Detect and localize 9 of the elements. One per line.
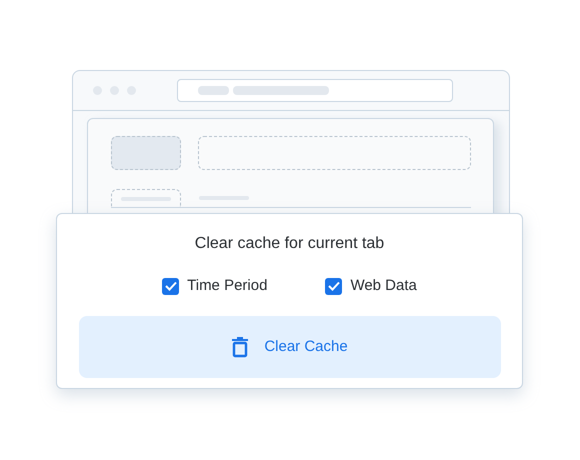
text-placeholder (198, 86, 229, 95)
checkbox-label: Time Period (187, 276, 268, 296)
trash-icon (231, 336, 250, 358)
checkbox[interactable] (325, 278, 342, 294)
checkbox-label: Web Data (350, 276, 417, 296)
checkbox[interactable] (162, 278, 180, 294)
clear-cache-button[interactable]: Clear Cache (78, 316, 500, 378)
image-placeholder (111, 136, 181, 170)
dialog-title: Clear cache for current tab (194, 234, 384, 254)
